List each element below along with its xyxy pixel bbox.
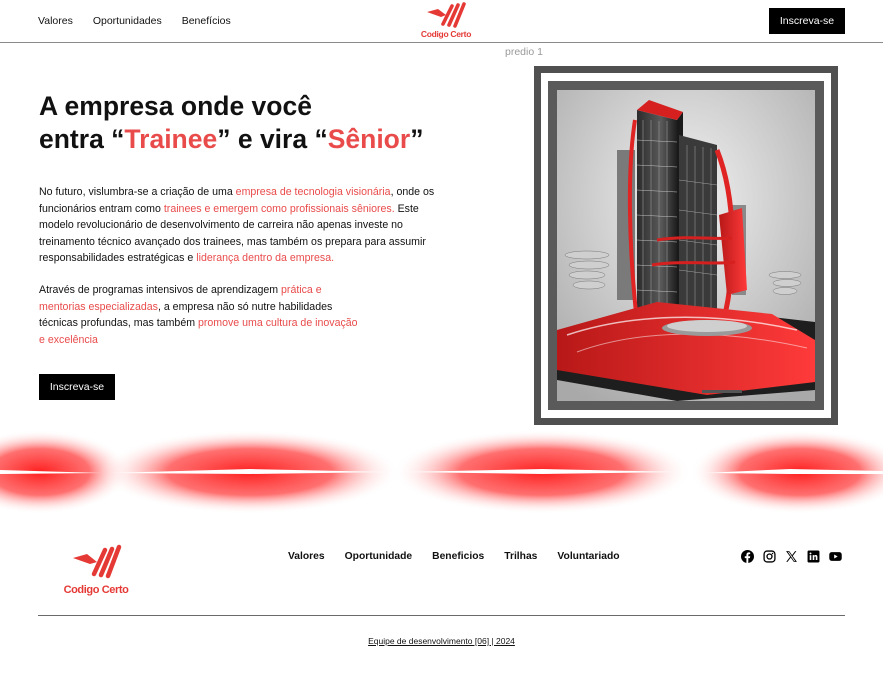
logo-text: Codigo Certo — [63, 584, 129, 596]
nav-link-valores[interactable]: Valores — [38, 15, 73, 27]
hero-paragraph-1: No futuro, vislumbra-se a criação de uma… — [39, 184, 449, 267]
frame-inner — [548, 81, 824, 410]
hero-title-part-b: ” e vira “ — [217, 124, 328, 154]
linkedin-icon[interactable] — [807, 550, 820, 563]
header-signup-button[interactable]: Inscreva-se — [769, 8, 845, 34]
footer-nav: Valores Oportunidade Beneficios Trilhas … — [288, 551, 620, 562]
hero-title-part-c: ” — [410, 124, 424, 154]
nav-link-oportunidades[interactable]: Oportunidades — [93, 15, 162, 27]
logo-mark-icon — [427, 2, 466, 28]
paragraph-highlight: empresa de tecnologia visionária — [235, 186, 391, 198]
hero-signup-button[interactable]: Inscreva-se — [39, 374, 115, 400]
image-caption: predio 1 — [505, 46, 543, 58]
instagram-icon[interactable] — [763, 550, 776, 563]
hero-title-part-a: entra “ — [39, 124, 125, 154]
footer-link-valores[interactable]: Valores — [288, 551, 325, 562]
footer-divider — [38, 615, 845, 616]
facebook-icon[interactable] — [741, 550, 754, 563]
building-illustration — [557, 90, 815, 401]
x-icon[interactable] — [785, 550, 798, 563]
hero-title-senior: Sênior — [327, 124, 411, 154]
paragraph-highlight: liderança dentro da empresa. — [196, 252, 335, 264]
logo-text: Codigo Certo — [420, 29, 472, 39]
footer-link-beneficios[interactable]: Beneficios — [432, 551, 484, 562]
header-logo[interactable]: Codigo Certo — [418, 2, 474, 39]
hero-title-line1: A empresa onde você — [39, 91, 312, 121]
building-image — [557, 90, 815, 401]
hero-title: A empresa onde você entra “Trainee” e vi… — [39, 90, 423, 156]
site-header: Valores Oportunidades Benefícios Codigo … — [0, 0, 883, 43]
social-links — [741, 550, 842, 563]
nav-link-beneficios[interactable]: Benefícios — [182, 15, 231, 27]
building-image-frame — [534, 66, 838, 425]
youtube-icon[interactable] — [829, 550, 842, 563]
footer-logo[interactable]: Codigo Certo — [62, 544, 130, 598]
glow-band-graphic — [0, 430, 883, 514]
paragraph-segment: Através de programas intensivos de apren… — [39, 284, 282, 296]
hero-paragraph-2: Através de programas intensivos de apren… — [39, 282, 359, 348]
credit-link[interactable]: Equipe de desenvolvimento [06] | 2024 — [368, 636, 515, 646]
footer-link-oportunidade[interactable]: Oportunidade — [345, 551, 413, 562]
footer-credit: Equipe de desenvolvimento [06] | 2024 — [0, 636, 883, 646]
paragraph-segment: No futuro, vislumbra-se a criação de uma — [39, 186, 236, 198]
logo-mark-icon — [73, 544, 122, 579]
header-nav: Valores Oportunidades Benefícios — [38, 15, 231, 27]
footer-link-voluntariado[interactable]: Voluntariado — [557, 551, 619, 562]
footer-link-trilhas[interactable]: Trilhas — [504, 551, 537, 562]
hero-title-trainee: Trainee — [124, 124, 218, 154]
paragraph-highlight: trainees e emergem como profissionais sê… — [163, 202, 395, 215]
frame-mat — [541, 73, 831, 418]
red-glow-divider — [0, 428, 883, 516]
